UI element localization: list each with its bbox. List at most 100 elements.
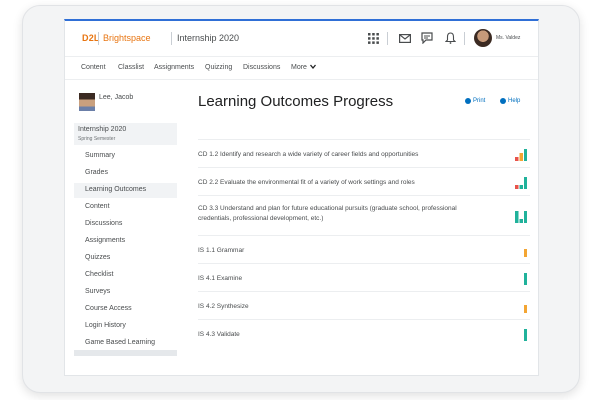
sidebar-item-content[interactable]: Content xyxy=(74,200,177,215)
outcome-row[interactable]: IS 4.2 Synthesize xyxy=(198,291,530,320)
mastery-indicator[interactable] xyxy=(523,272,527,285)
panel-footer xyxy=(74,350,177,356)
sidebar-item-label: Quizzes xyxy=(85,254,111,261)
sidebar-item-surveys[interactable]: Surveys xyxy=(74,285,177,300)
mastery-indicator[interactable] xyxy=(514,210,527,223)
student-avatar xyxy=(79,93,95,111)
sidebar-item-label: Login History xyxy=(85,322,126,329)
course-name: Internship 2020 xyxy=(78,126,127,133)
user-progress-panel: Lee, Jacob Internship 2020 Spring Semest… xyxy=(74,89,177,357)
mastery-bars xyxy=(523,305,527,313)
mastery-bar xyxy=(519,185,523,189)
mastery-bars xyxy=(523,273,527,285)
nav-quizzing[interactable]: Quizzing xyxy=(205,64,232,71)
mastery-bars xyxy=(514,177,527,189)
outcome-row[interactable]: CD 1.2 Identify and research a wide vari… xyxy=(198,139,530,168)
sidebar-item-checklist[interactable]: Checklist xyxy=(74,268,177,283)
mastery-indicator[interactable] xyxy=(523,300,527,313)
outcome-row[interactable]: CD 3.3 Understand and plan for future ed… xyxy=(198,195,530,236)
outcome-text: CD 1.2 Identify and research a wide vari… xyxy=(198,151,419,158)
mastery-bar xyxy=(523,211,527,223)
title-separator xyxy=(171,32,172,45)
mastery-bar xyxy=(523,249,527,257)
course-navbar: Content Classlist Assignments Quizzing D… xyxy=(65,57,538,80)
outcome-text: IS 4.2 Synthesize xyxy=(198,303,249,310)
help-button[interactable]: Help xyxy=(500,98,520,104)
sidebar-item-label: Summary xyxy=(85,152,115,159)
course-semester: Spring Semester xyxy=(78,136,116,142)
outcome-row[interactable]: IS 1.1 Grammar xyxy=(198,235,530,264)
chevron-down-icon xyxy=(309,64,316,70)
help-label: Help xyxy=(508,98,521,104)
mastery-bars xyxy=(514,149,527,161)
sidebar-item-label: Content xyxy=(85,203,110,210)
print-button[interactable]: Print xyxy=(465,98,485,104)
sidebar-item-game-based-learning[interactable]: Game Based Learning xyxy=(74,336,177,351)
sidebar-item-learning-outcomes[interactable]: Learning Outcomes xyxy=(74,183,177,198)
outcome-row[interactable]: CD 2.2 Evaluate the environmental fit of… xyxy=(198,167,530,196)
course-title[interactable]: Internship 2020 xyxy=(177,33,239,43)
nav-assignments[interactable]: Assignments xyxy=(154,64,194,71)
top-bar: D2L Brightspace Internship 2020 Ms. Vald… xyxy=(65,21,538,57)
sidebar-item-label: Game Based Learning xyxy=(85,339,156,346)
chat-icon[interactable] xyxy=(420,31,434,45)
sidebar-item-course-access[interactable]: Course Access xyxy=(74,302,177,317)
user-name[interactable]: Ms. Valdez xyxy=(496,35,520,41)
nav-discussions[interactable]: Discussions xyxy=(243,64,280,71)
course-selector[interactable]: Internship 2020 Spring Semester xyxy=(74,123,177,145)
user-avatar[interactable] xyxy=(474,29,492,47)
nav-classlist[interactable]: Classlist xyxy=(118,64,144,71)
sidebar-item-label: Checklist xyxy=(85,271,114,278)
grid-icon[interactable] xyxy=(366,31,380,45)
brightspace-logo[interactable]: Brightspace xyxy=(103,33,151,43)
mastery-indicator[interactable] xyxy=(523,328,527,341)
student-name: Lee, Jacob xyxy=(99,94,134,101)
outcome-text: CD 3.3 Understand and plan for future ed… xyxy=(198,205,457,222)
print-label: Print xyxy=(473,98,486,104)
mastery-bars xyxy=(523,329,527,341)
sidebar-item-quizzes[interactable]: Quizzes xyxy=(74,251,177,266)
sidebar-item-grades[interactable]: Grades xyxy=(74,166,177,181)
mastery-bar xyxy=(514,185,518,189)
page-title: Learning Outcomes Progress xyxy=(198,93,394,110)
sidebar-item-label: Grades xyxy=(85,169,108,176)
mastery-bar xyxy=(514,157,518,161)
outcome-row[interactable]: IS 4.3 Validate xyxy=(198,319,530,348)
icon-separator xyxy=(387,32,388,45)
mastery-bar xyxy=(523,177,527,189)
mastery-bar xyxy=(519,219,523,223)
sidebar-item-login-history[interactable]: Login History xyxy=(74,319,177,334)
sidebar-item-label: Course Access xyxy=(85,305,132,312)
logo-separator xyxy=(98,32,99,45)
outcome-text: IS 1.1 Grammar xyxy=(198,247,245,254)
mastery-indicator[interactable] xyxy=(514,176,527,189)
browser-screen: D2L Brightspace Internship 2020 Ms. Vald… xyxy=(64,19,539,376)
mastery-bar xyxy=(523,305,527,313)
mastery-bars xyxy=(523,249,527,257)
outcome-text: CD 2.2 Evaluate the environmental fit of… xyxy=(198,179,415,186)
mastery-bars xyxy=(514,211,527,223)
sidebar-item-discussions[interactable]: Discussions xyxy=(74,217,177,232)
sidebar-item-label: Assignments xyxy=(85,237,126,244)
mastery-bar xyxy=(523,149,527,161)
main-content: Learning Outcomes Progress Print Help CD… xyxy=(198,89,531,359)
mail-icon[interactable] xyxy=(398,31,412,45)
mastery-indicator[interactable] xyxy=(523,244,527,257)
nav-more-label: More xyxy=(291,64,307,71)
sidebar-item-label: Learning Outcomes xyxy=(85,186,147,193)
d2l-logo[interactable]: D2L xyxy=(82,33,100,43)
sidebar-item-assignments[interactable]: Assignments xyxy=(74,234,177,249)
bell-icon[interactable] xyxy=(443,31,457,45)
mastery-bar xyxy=(514,211,518,223)
mastery-indicator[interactable] xyxy=(514,148,527,161)
mastery-bar xyxy=(523,329,527,341)
nav-more-menu[interactable]: More xyxy=(291,64,316,71)
help-icon xyxy=(500,98,506,104)
user-separator xyxy=(464,32,465,45)
sidebar-item-label: Discussions xyxy=(85,220,123,227)
sidebar-item-summary[interactable]: Summary xyxy=(74,149,177,164)
mastery-bar xyxy=(519,153,523,161)
nav-content[interactable]: Content xyxy=(81,64,106,71)
outcome-row[interactable]: IS 4.1 Examine xyxy=(198,263,530,292)
outcome-text: IS 4.3 Validate xyxy=(198,331,240,338)
